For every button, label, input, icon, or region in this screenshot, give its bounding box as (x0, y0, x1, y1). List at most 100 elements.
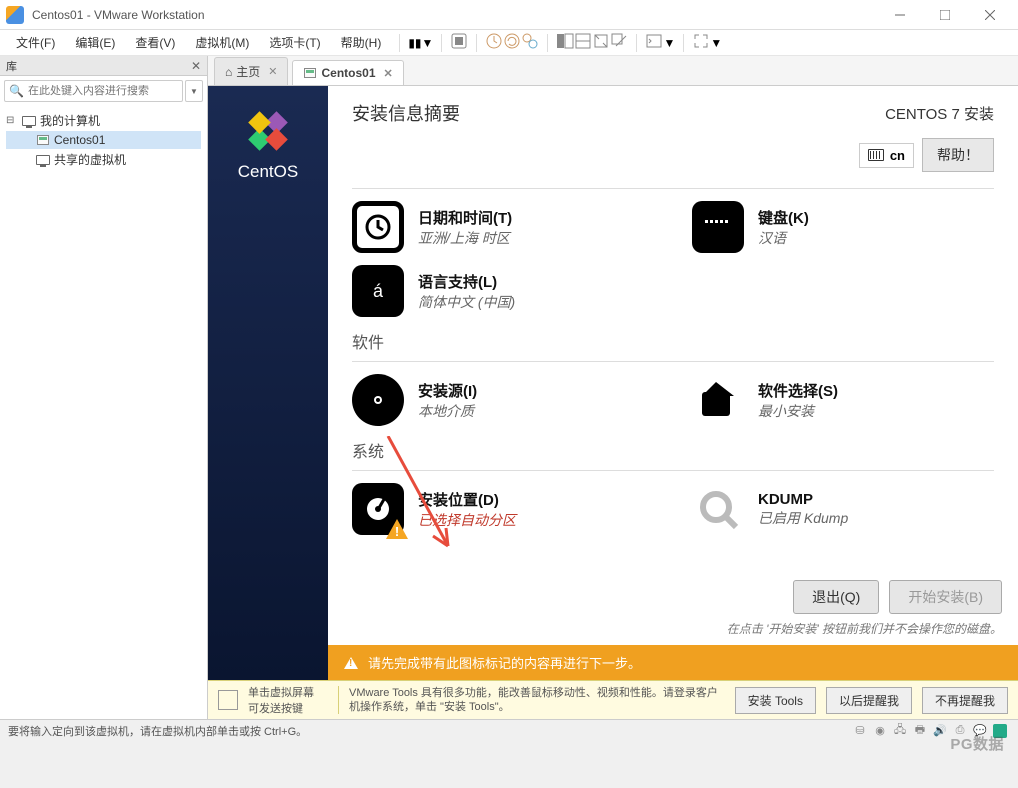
separator (476, 34, 477, 52)
send-ctrl-alt-del-icon[interactable] (450, 32, 468, 53)
status-usb-icon[interactable]: ⎙ (952, 723, 968, 739)
maximize-button[interactable] (922, 1, 967, 29)
tools-description: VMware Tools 具有很多功能，能改善鼠标移动性、视频和性能。请登录客户… (349, 686, 725, 715)
installer-header-right: CENTOS 7 安装 (885, 103, 994, 124)
status-message-icon[interactable]: 💬 (972, 723, 988, 739)
tree-shared-vms[interactable]: 共享的虚拟机 (6, 149, 201, 170)
centos-brand: CentOS (238, 162, 298, 182)
menu-tabs[interactable]: 选项卡(T) (259, 30, 330, 55)
search-icon: 🔍 (9, 84, 24, 98)
item-label: 软件选择(S) (758, 380, 838, 401)
spoke-kdump[interactable]: KDUMP已启用 Kdump (692, 483, 972, 535)
vm-console[interactable]: CentOS 安装信息摘要 CENTOS 7 安装 cn (208, 86, 1018, 719)
snapshot-icon[interactable] (485, 32, 503, 53)
warning-text: 请先完成带有此图标标记的内容再进行下一步。 (368, 653, 641, 672)
status-display-icon[interactable] (992, 723, 1008, 739)
kdump-icon (692, 483, 744, 535)
item-sub: 简体中文 (中国) (418, 292, 515, 312)
lang-code: cn (890, 148, 905, 163)
status-harddisk-icon[interactable]: ⛁ (852, 723, 868, 739)
manage-snapshot-icon[interactable] (521, 32, 539, 53)
status-sound-icon[interactable]: 🔊 (932, 723, 948, 739)
dropdown-icon[interactable]: ▼ (422, 36, 434, 50)
item-label: 键盘(K) (758, 207, 809, 228)
package-icon (692, 374, 744, 426)
language-icon: á (352, 265, 404, 317)
summary-title: 安装信息摘要 (352, 100, 885, 126)
disc-icon (352, 374, 404, 426)
thumbnail-icon[interactable] (574, 32, 592, 53)
spoke-install-source[interactable]: 安装源(I)本地介质 (352, 374, 632, 426)
menu-vm[interactable]: 虚拟机(M) (185, 30, 259, 55)
anaconda-sidebar: CentOS (208, 86, 328, 680)
search-input-wrap[interactable]: 🔍 (4, 80, 183, 102)
titlebar: Centos01 - VMware Workstation (0, 0, 1018, 30)
spoke-keyboard[interactable]: 键盘(K)汉语 (692, 201, 972, 253)
keyboard-layout-indicator[interactable]: cn (859, 143, 914, 168)
dropdown-icon[interactable]: ▼ (663, 36, 675, 50)
spoke-datetime[interactable]: 日期和时间(T)亚洲/上海 时区 (352, 201, 632, 253)
install-tools-button[interactable]: 安装 Tools (735, 687, 816, 714)
tree-label: Centos01 (54, 133, 105, 147)
search-dropdown[interactable]: ▼ (185, 80, 203, 102)
warning-icon (344, 657, 358, 669)
library-label: 库 (6, 58, 191, 74)
unity-icon[interactable] (610, 32, 628, 53)
menu-edit[interactable]: 编辑(E) (65, 30, 125, 55)
never-remind-button[interactable]: 不再提醒我 (922, 687, 1008, 714)
menubar: 文件(F) 编辑(E) 查看(V) 虚拟机(M) 选项卡(T) 帮助(H) ▮▮… (0, 30, 1018, 56)
status-cd-icon[interactable]: ◉ (872, 723, 888, 739)
item-label: 安装源(I) (418, 380, 477, 401)
item-sub: 汉语 (758, 228, 809, 248)
separator (547, 34, 548, 52)
close-window-button[interactable] (967, 1, 1012, 29)
quit-button[interactable]: 退出(Q) (793, 580, 879, 614)
tree-label: 我的计算机 (40, 112, 100, 129)
library-tree: ⊟ 我的计算机 Centos01 共享的虚拟机 (0, 106, 207, 174)
minimize-button[interactable] (877, 1, 922, 29)
tab-close-icon[interactable]: ✕ (268, 65, 277, 78)
tab-close-icon[interactable]: ✕ (384, 67, 393, 80)
install-hint: 在点击 '开始安装' 按钮前我们并不会操作您的磁盘。 (727, 620, 1002, 637)
fullscreen-icon[interactable] (692, 32, 710, 53)
pause-button[interactable]: ▮▮ (408, 36, 421, 50)
item-sub: 已启用 Kdump (758, 508, 848, 528)
library-panel: 库 ✕ 🔍 ▼ ⊟ 我的计算机 Centos01 共享的虚拟机 (0, 56, 208, 719)
keyboard-icon (868, 149, 884, 161)
show-library-icon[interactable] (556, 32, 574, 53)
vmware-app-icon (6, 6, 24, 24)
window-title: Centos01 - VMware Workstation (32, 8, 877, 22)
menu-file[interactable]: 文件(F) (6, 30, 65, 55)
tab-home[interactable]: ⌂ 主页 ✕ (214, 57, 288, 85)
close-library-icon[interactable]: ✕ (191, 59, 201, 73)
help-button[interactable]: 帮助！ (922, 138, 994, 172)
item-label: 日期和时间(T) (418, 207, 512, 228)
tab-centos01[interactable]: Centos01 ✕ (292, 60, 403, 85)
status-printer-icon[interactable]: 🖶 (912, 723, 928, 739)
menu-view[interactable]: 查看(V) (125, 30, 185, 55)
remind-later-button[interactable]: 以后提醒我 (826, 687, 912, 714)
item-sub: 本地介质 (418, 401, 477, 421)
spoke-software-selection[interactable]: 软件选择(S)最小安装 (692, 374, 972, 426)
status-message: 要将输入定向到该虚拟机，请在虚拟机内部单击或按 Ctrl+G。 (8, 723, 850, 739)
svg-text:á: á (373, 281, 384, 301)
vmware-tools-bar: 单击虚拟屏幕 可发送按键 VMware Tools 具有很多功能，能改善鼠标移动… (208, 680, 1018, 719)
spoke-language[interactable]: á 语言支持(L)简体中文 (中国) (352, 265, 632, 317)
tree-vm-centos01[interactable]: Centos01 (6, 131, 201, 149)
home-icon: ⌂ (225, 65, 232, 79)
begin-install-button[interactable]: 开始安装(B) (889, 580, 1002, 614)
dropdown-icon[interactable]: ▼ (710, 36, 722, 50)
console-icon[interactable] (645, 32, 663, 53)
tree-root-mycomputer[interactable]: ⊟ 我的计算机 (6, 110, 201, 131)
annotation-arrow (378, 436, 468, 569)
status-network-icon[interactable]: 🖧 (892, 723, 908, 739)
revert-snapshot-icon[interactable] (503, 32, 521, 53)
item-label: 语言支持(L) (418, 271, 515, 292)
vm-screen-icon (218, 690, 238, 710)
library-search-input[interactable] (28, 85, 178, 97)
menu-help[interactable]: 帮助(H) (331, 30, 392, 55)
tab-strip: ⌂ 主页 ✕ Centos01 ✕ (208, 56, 1018, 86)
tab-label: 主页 (236, 63, 260, 80)
stretch-icon[interactable] (592, 32, 610, 53)
separator (441, 34, 442, 52)
